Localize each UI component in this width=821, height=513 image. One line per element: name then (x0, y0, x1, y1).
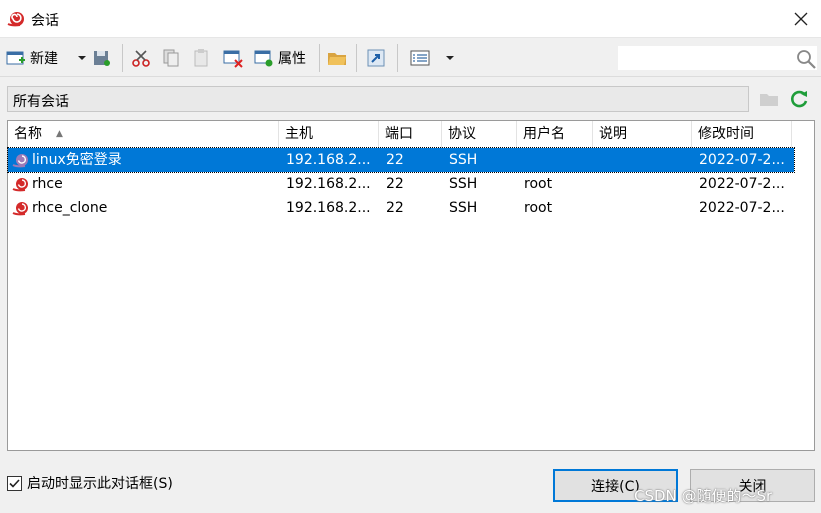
snail-icon (7, 12, 24, 27)
delete-icon (223, 50, 243, 68)
session-port: 22 (386, 152, 404, 168)
session-port: 22 (386, 200, 404, 216)
session-name: rhce (32, 176, 63, 192)
paste-button[interactable] (192, 47, 212, 69)
session-user: root (524, 200, 553, 216)
shortcut-icon (367, 49, 385, 67)
view-dropdown[interactable] (440, 47, 460, 69)
dropdown-arrow-icon (446, 56, 454, 60)
column-description-label: 说明 (599, 126, 627, 142)
toolbar-separator (356, 44, 357, 72)
session-host: 192.168.2... (286, 200, 371, 216)
table-row[interactable]: rhce 192.168.2... 22 SSH root 2022-07-2.… (8, 172, 794, 196)
paste-icon (194, 49, 208, 67)
session-description (600, 148, 690, 172)
new-session-button[interactable]: 新建 (6, 47, 58, 69)
cut-icon (132, 50, 150, 67)
session-name: rhce_clone (32, 200, 108, 216)
column-modified-label: 修改时间 (698, 126, 754, 142)
column-port-label: 端口 (385, 126, 413, 142)
checkbox-box[interactable] (7, 475, 22, 491)
session-icon (12, 178, 28, 192)
session-icon (12, 154, 28, 168)
search-icon[interactable] (795, 48, 817, 70)
view-icon (410, 50, 430, 66)
sort-ascending-icon: ▲ (56, 129, 63, 139)
column-protocol-label: 协议 (448, 126, 476, 142)
new-session-label: 新建 (30, 51, 58, 67)
cut-button[interactable] (131, 47, 151, 69)
delete-button[interactable] (223, 47, 243, 69)
session-modified: 2022-07-2... (699, 152, 785, 168)
session-path-bar: 所有会话 (7, 86, 749, 112)
list-header: 名称 ▲ 主机 端口 协议 用户名 说明 修改时间 (8, 121, 814, 148)
table-row[interactable]: rhce_clone 192.168.2... 22 SSH root 2022… (8, 196, 794, 220)
watermark-text: CSDN @随便的～Sr (634, 487, 773, 505)
show-on-start-checkbox[interactable]: 启动时显示此对话框(S) (7, 473, 173, 493)
toolbar-separator (122, 44, 123, 72)
close-icon[interactable] (789, 7, 813, 31)
session-user: root (524, 176, 553, 192)
table-row[interactable]: linux免密登录 192.168.2... 22 SSH 2022-07-2.… (7, 147, 795, 173)
search-input[interactable] (617, 45, 818, 71)
session-description (600, 196, 690, 220)
new-session-icon (6, 51, 25, 65)
refresh-icon[interactable] (788, 88, 810, 110)
session-protocol: SSH (449, 152, 478, 168)
session-host: 192.168.2... (286, 152, 371, 168)
open-folder-icon (328, 53, 346, 65)
session-name: linux免密登录 (32, 152, 122, 168)
title-bar: 会话 (0, 0, 821, 38)
session-modified: 2022-07-2... (699, 176, 785, 192)
checkmark-icon (9, 478, 20, 488)
properties-button[interactable]: 属性 (254, 47, 306, 69)
new-session-dropdown[interactable] (72, 47, 92, 69)
column-header-description[interactable]: 说明 (593, 121, 692, 148)
column-header-modified[interactable]: 修改时间 (692, 121, 792, 148)
column-header-port[interactable]: 端口 (379, 121, 442, 148)
properties-icon (254, 50, 273, 67)
column-header-user[interactable]: 用户名 (517, 121, 593, 148)
column-header-name[interactable]: 名称 ▲ (8, 121, 279, 148)
show-on-start-label: 启动时显示此对话框(S) (27, 476, 173, 492)
properties-label: 属性 (278, 51, 306, 67)
toolbar-separator (319, 44, 320, 72)
folder-icon (760, 94, 778, 106)
column-header-host[interactable]: 主机 (279, 121, 379, 148)
copy-icon (163, 49, 179, 67)
session-port: 22 (386, 176, 404, 192)
shortcut-button[interactable] (366, 47, 386, 69)
column-user-label: 用户名 (523, 126, 565, 142)
toolbar-separator (397, 44, 398, 72)
copy-button[interactable] (161, 47, 181, 69)
session-list[interactable]: 名称 ▲ 主机 端口 协议 用户名 说明 修改时间 linux免密登录 192.1… (7, 120, 815, 451)
session-protocol: SSH (449, 176, 478, 192)
save-icon (94, 51, 110, 66)
session-path-label: 所有会话 (13, 94, 69, 110)
session-protocol: SSH (449, 200, 478, 216)
window-title: 会话 (31, 13, 59, 29)
session-host: 192.168.2... (286, 176, 371, 192)
view-button[interactable] (410, 47, 430, 69)
session-user (524, 148, 592, 172)
column-name-label: 名称 (14, 126, 42, 142)
dropdown-arrow-icon (78, 56, 86, 60)
open-folder-button[interactable] (327, 47, 347, 69)
session-icon (12, 202, 28, 216)
save-button[interactable] (92, 47, 112, 69)
column-header-protocol[interactable]: 协议 (442, 121, 517, 148)
session-modified: 2022-07-2... (699, 200, 785, 216)
session-description (600, 172, 690, 196)
column-host-label: 主机 (285, 126, 313, 142)
